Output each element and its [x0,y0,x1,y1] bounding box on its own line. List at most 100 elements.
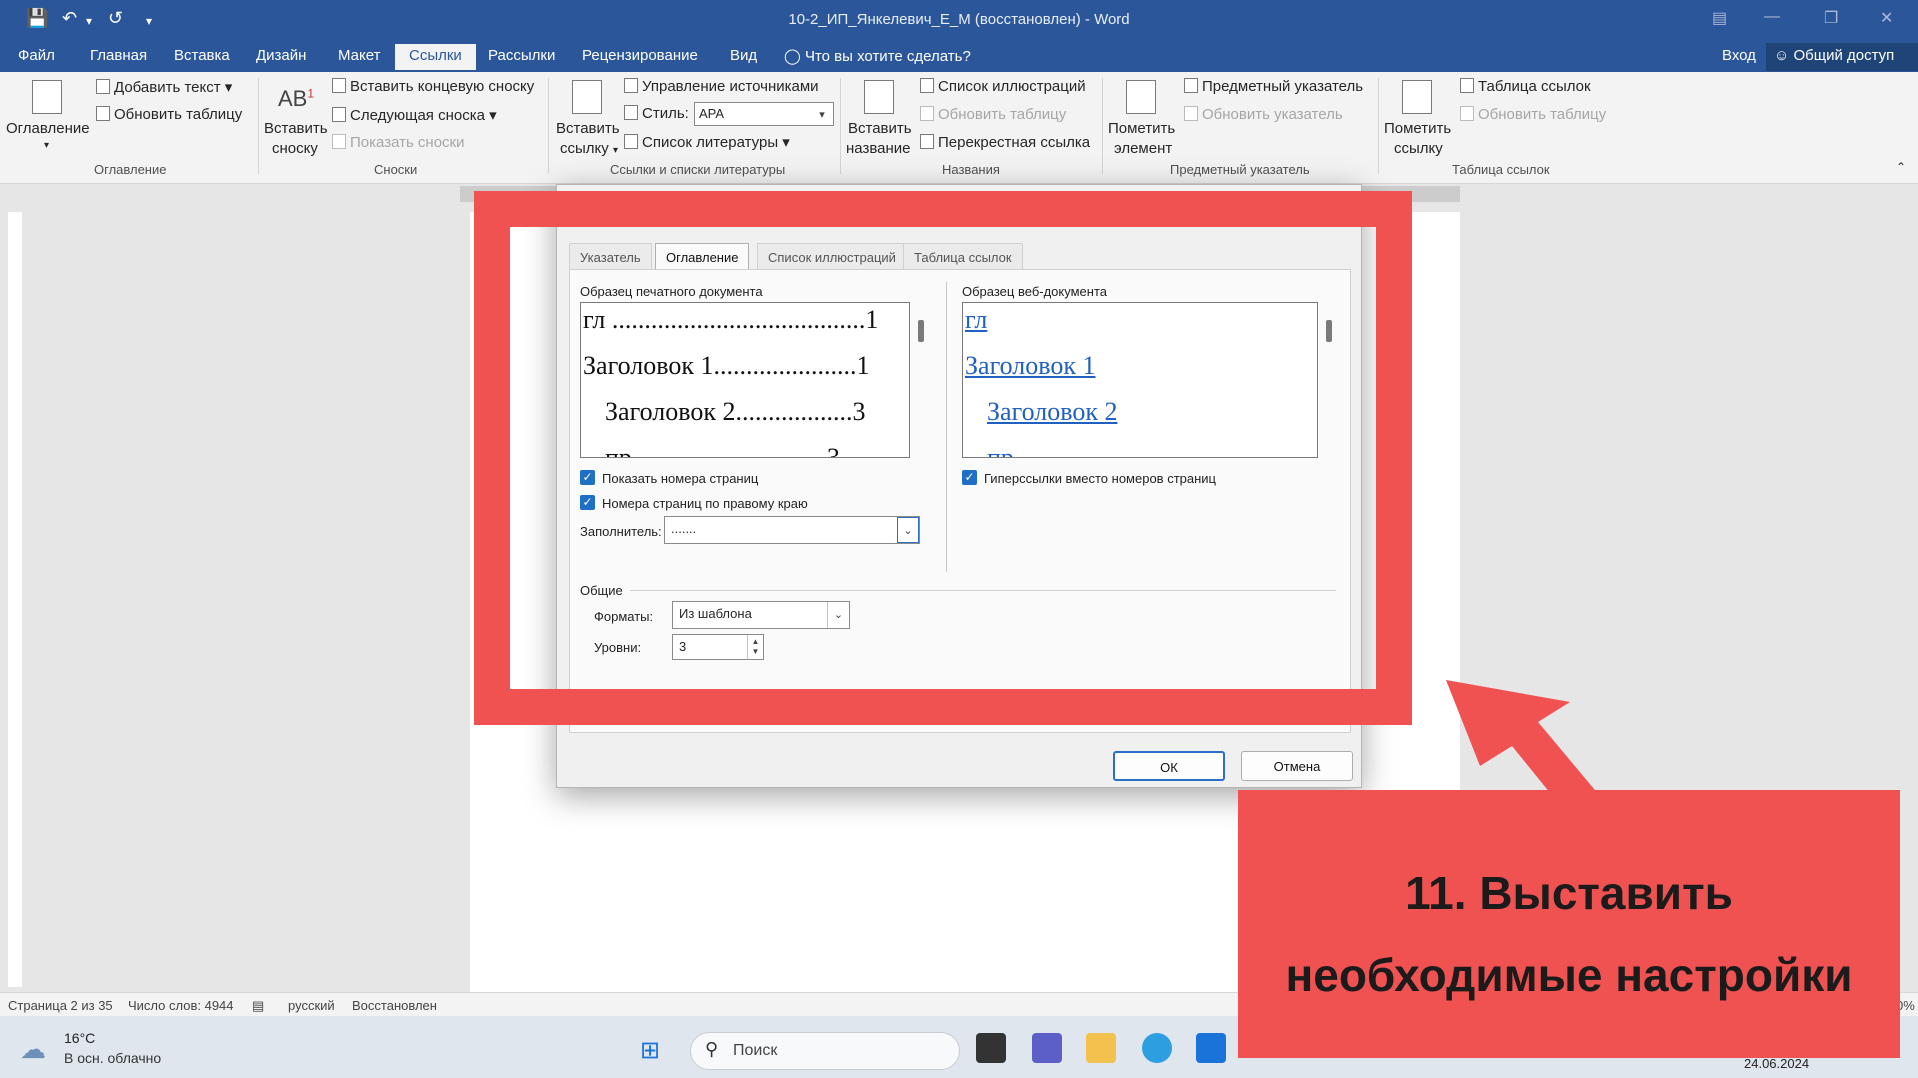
style-label: Стиль: [624,105,689,122]
file-explorer-icon[interactable] [1086,1033,1116,1063]
bibliography-icon [624,134,638,149]
divider [1378,78,1379,174]
table-of-figures-icon [920,78,934,93]
update-toc-button[interactable]: Обновить таблицу [96,106,242,123]
mark-entry-line2[interactable]: элемент [1114,140,1172,157]
divider [258,78,259,174]
insert-index-icon [1184,78,1198,93]
close-icon[interactable]: ✕ [1880,8,1893,28]
add-text-button[interactable]: Добавить текст ▾ [96,78,232,96]
divider [1102,78,1103,174]
tab-mailings[interactable]: Рассылки [488,47,555,64]
taskbar-search[interactable]: ⚲ Поиск [690,1032,960,1070]
search-placeholder: Поиск [733,1042,778,1059]
cancel-button[interactable]: Отмена [1241,751,1353,781]
insert-caption-icon [864,80,894,114]
manage-sources-icon [624,78,638,93]
insert-authorities-button[interactable]: Таблица ссылок [1460,78,1591,95]
table-of-figures-button[interactable]: Список иллюстраций [920,78,1086,95]
edge-icon[interactable] [1142,1033,1172,1063]
tab-references[interactable]: Ссылки [395,44,476,70]
toc-button[interactable]: Оглавление [6,120,90,137]
weather-text[interactable]: В осн. облачно [64,1050,161,1066]
show-notes-button[interactable]: Показать сноски [332,134,465,151]
vertical-ruler[interactable] [8,212,22,987]
share-button[interactable]: ☺ Общий доступ [1766,43,1918,71]
update-authorities-button[interactable]: Обновить таблицу [1460,106,1606,123]
signin-link[interactable]: Вход [1722,47,1756,64]
bibliography-button[interactable]: Список литературы ▾ [624,133,790,151]
update-icon [920,106,934,121]
group-label-captions: Названия [942,162,1000,177]
weather-cloud-icon[interactable]: ☁ [20,1034,46,1065]
lightbulb-icon: ◯ [784,48,801,65]
group-label-citations: Ссылки и списки литературы [610,162,786,177]
update-index-button[interactable]: Обновить указатель [1184,106,1343,123]
task-view-icon[interactable] [976,1033,1006,1063]
minimize-icon[interactable]: — [1764,8,1780,26]
insert-caption-line2[interactable]: название [846,140,910,157]
person-icon: ☺ [1774,47,1790,64]
window-title: 10-2_ИП_Янкелевич_Е_М (восстановлен) - W… [788,11,1130,28]
proofing-icon[interactable]: ▤ [252,998,264,1014]
mark-citation-line1[interactable]: Пометить [1384,120,1451,137]
ribbon: Оглавление ▾ Добавить текст ▾ Обновить т… [0,72,1918,184]
cross-reference-icon [920,134,934,149]
restore-icon[interactable]: ❐ [1824,8,1838,28]
temperature[interactable]: 16°C [64,1030,95,1046]
mark-citation-line2[interactable]: ссылку [1394,140,1443,157]
next-footnote-button[interactable]: Следующая сноска ▾ [332,106,497,124]
insert-footnote-line2[interactable]: сноску [272,140,318,157]
tab-design[interactable]: Дизайн [256,47,306,64]
update-figures-button[interactable]: Обновить таблицу [920,106,1066,123]
insert-caption-line1[interactable]: Вставить [848,120,912,137]
tab-file[interactable]: Файл [18,47,55,64]
language[interactable]: русский [288,998,335,1013]
insert-index-button[interactable]: Предметный указатель [1184,78,1363,95]
chevron-down-icon: ▾ [44,140,50,151]
chevron-down-icon: ▾ [819,109,825,121]
callout-line: 11. Выставить [1405,867,1733,919]
update-icon [1184,106,1198,121]
style-dropdown[interactable]: APA ▾ [694,102,834,126]
style-icon [624,105,638,120]
cross-reference-button[interactable]: Перекрестная ссылка [920,134,1090,151]
toc-icon [32,80,62,114]
instruction-callout: 11. Выставить необходимые настройки [1238,790,1900,1058]
tab-review[interactable]: Рецензирование [582,47,698,64]
tab-insert[interactable]: Вставка [174,47,230,64]
callout-text: 11. Выставить необходимые настройки [1238,852,1900,1016]
search-icon: ⚲ [705,1039,719,1059]
ribbon-tabs: Файл Главная Вставка Дизайн Макет Ссылки… [0,40,1918,72]
mark-citation-icon [1402,80,1432,114]
date[interactable]: 24.06.2024 [1744,1056,1809,1071]
ribbon-display-icon[interactable]: ▤ [1712,8,1727,28]
insert-citation-line1[interactable]: Вставить [556,120,620,137]
group-label-authorities: Таблица ссылок [1452,162,1550,177]
next-footnote-icon [332,107,346,122]
manage-sources-button[interactable]: Управление источниками [624,78,819,95]
tell-me-box[interactable]: ◯ Что вы хотите сделать? [784,47,971,65]
store-icon[interactable] [1196,1033,1226,1063]
add-text-icon [96,79,110,94]
ok-button[interactable]: ОК [1113,751,1225,781]
insert-endnote-button[interactable]: Вставить концевую сноску [332,78,534,95]
divider [840,78,841,174]
page-count[interactable]: Страница 2 из 35 [8,998,113,1013]
divider [548,78,549,174]
collapse-ribbon-icon[interactable]: ⌃ [1896,160,1906,174]
start-icon[interactable]: ⊞ [640,1036,660,1065]
tab-layout[interactable]: Макет [338,47,380,64]
tab-home[interactable]: Главная [90,47,147,64]
tab-view[interactable]: Вид [730,47,757,64]
endnote-icon [332,78,346,93]
group-label-footnotes: Сноски [374,162,418,177]
word-count[interactable]: Число слов: 4944 [128,998,234,1013]
teams-icon[interactable] [1032,1033,1062,1063]
group-label-toc: Оглавление [94,162,167,177]
insert-citation-icon [572,80,602,114]
mark-entry-line1[interactable]: Пометить [1108,120,1175,137]
insert-footnote-line1[interactable]: Вставить [264,120,328,137]
group-label-index: Предметный указатель [1170,162,1310,177]
insert-citation-line2[interactable]: ссылку ▾ [560,140,618,157]
